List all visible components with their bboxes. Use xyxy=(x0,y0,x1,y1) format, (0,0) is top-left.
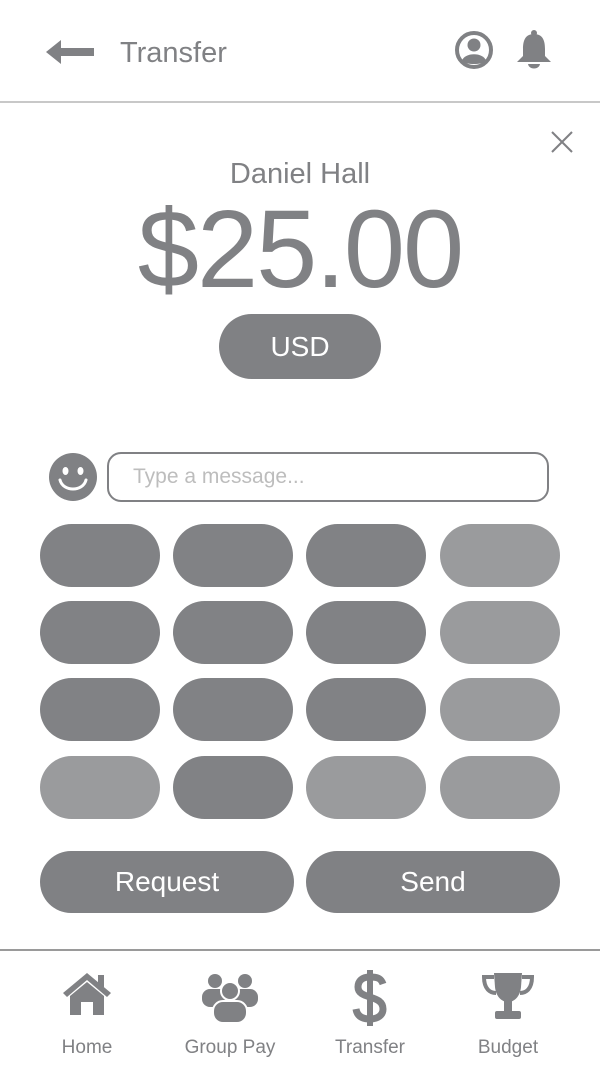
close-icon[interactable] xyxy=(550,130,574,154)
nav-label: Budget xyxy=(477,1037,539,1058)
trophy-icon xyxy=(481,973,535,1019)
nav-item-transfer[interactable]: Transfer xyxy=(320,963,420,1058)
arrow-left-icon[interactable] xyxy=(44,38,96,66)
home-icon xyxy=(63,973,111,1015)
keypad-key-r2-c3[interactable] xyxy=(306,601,426,664)
keypad-key-r4-c4[interactable] xyxy=(440,756,560,819)
keypad-key-r4-c1[interactable] xyxy=(40,756,160,819)
nav-item-budget[interactable]: Budget xyxy=(458,963,558,1058)
group-icon xyxy=(202,974,258,1024)
bell-icon[interactable] xyxy=(514,29,554,71)
keypad-key-r3-c1[interactable] xyxy=(40,678,160,741)
keypad-key-r2-c4[interactable] xyxy=(440,601,560,664)
request-button[interactable]: Request xyxy=(40,851,294,913)
keypad-key-r1-c2[interactable] xyxy=(173,524,293,587)
keypad-key-r1-c1[interactable] xyxy=(40,524,160,587)
nav-item-group-pay[interactable]: Group Pay xyxy=(175,963,285,1058)
user-circle-icon[interactable] xyxy=(454,30,494,70)
keypad-key-r3-c3[interactable] xyxy=(306,678,426,741)
nav-item-home[interactable]: Home xyxy=(37,963,137,1058)
nav-label: Group Pay xyxy=(184,1037,276,1058)
keypad xyxy=(40,524,560,819)
keypad-key-r1-c4[interactable] xyxy=(440,524,560,587)
keypad-key-r3-c4[interactable] xyxy=(440,678,560,741)
bottom-nav: Home Group Pay Transfer Budget xyxy=(0,949,600,1066)
app-header: Transfer xyxy=(0,0,600,103)
keypad-key-r4-c2[interactable] xyxy=(173,756,293,819)
keypad-key-r2-c2[interactable] xyxy=(173,601,293,664)
nav-label: Home xyxy=(61,1037,113,1058)
message-input[interactable] xyxy=(107,452,549,502)
dollar-icon xyxy=(352,970,387,1026)
keypad-key-r1-c3[interactable] xyxy=(306,524,426,587)
smiley-icon[interactable] xyxy=(48,452,98,502)
send-button[interactable]: Send xyxy=(306,851,560,913)
keypad-key-r4-c3[interactable] xyxy=(306,756,426,819)
keypad-key-r3-c2[interactable] xyxy=(173,678,293,741)
transfer-amount: $25.00 xyxy=(137,188,464,311)
currency-selector-button[interactable]: USD xyxy=(219,314,381,379)
keypad-key-r2-c1[interactable] xyxy=(40,601,160,664)
nav-label: Transfer xyxy=(334,1037,406,1058)
page-title: Transfer xyxy=(120,37,227,69)
